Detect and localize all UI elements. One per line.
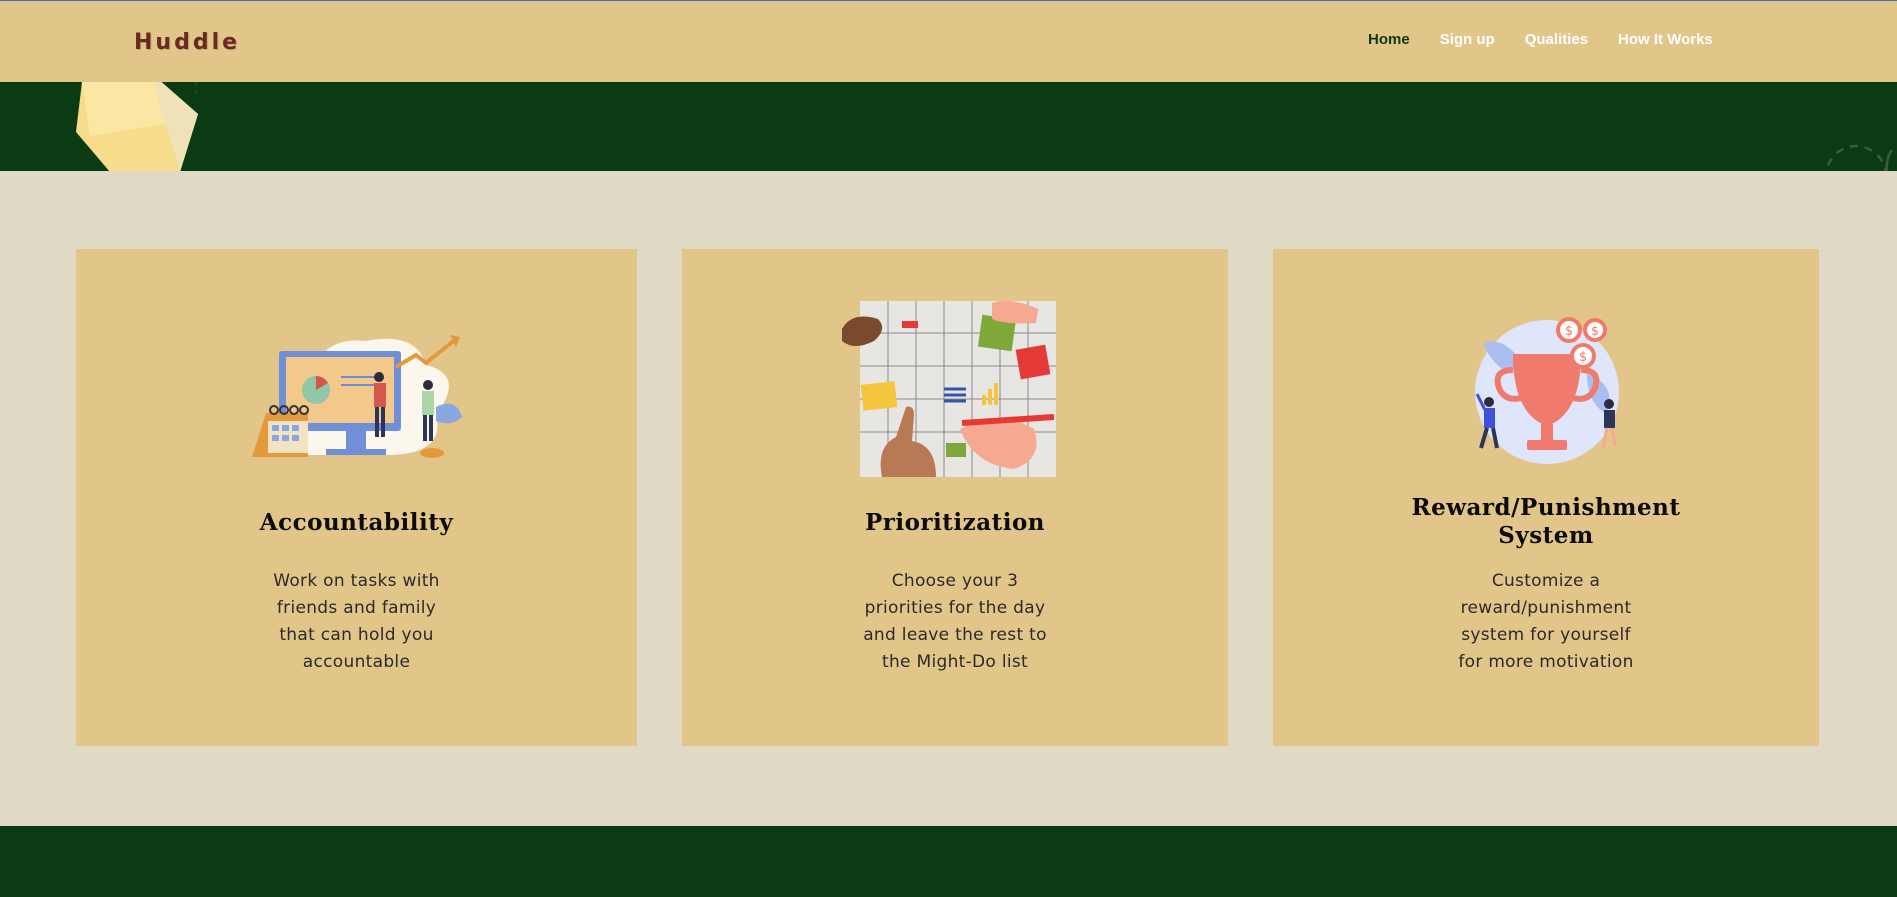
hero-band xyxy=(0,82,1897,171)
desc-line: and leave the rest to xyxy=(863,625,1047,645)
nav-how-it-works[interactable]: How It Works xyxy=(1618,31,1713,48)
desc-line: reward/punishment xyxy=(1460,598,1632,618)
dashed-circle-decoration xyxy=(1825,144,1894,171)
title-line: System xyxy=(1498,522,1594,549)
desc-line: friends and family xyxy=(276,598,437,618)
sticky-note-decoration xyxy=(76,82,198,171)
desc-line: that can hold you xyxy=(279,625,434,645)
feature-card-accountability: Accountability Work on tasks with friend… xyxy=(76,249,637,746)
feature-card-prioritization: Prioritization Choose your 3 priorities … xyxy=(682,249,1228,746)
nav-qualities[interactable]: Qualities xyxy=(1525,31,1588,48)
desc-line: Choose your 3 xyxy=(891,571,1019,591)
site-header: Huddle Home Sign up Qualities How It Wor… xyxy=(0,1,1897,82)
calendar-illustration xyxy=(842,301,1056,477)
site-footer xyxy=(0,826,1897,897)
nav-home[interactable]: Home xyxy=(1368,31,1410,48)
card-title: Accountability xyxy=(259,509,454,536)
trophy-illustration: $ $ $ xyxy=(1475,317,1619,464)
svg-text:$: $ xyxy=(1591,324,1599,338)
nav-sign-up[interactable]: Sign up xyxy=(1440,31,1495,48)
svg-text:$: $ xyxy=(1579,350,1587,365)
desc-line: priorities for the day xyxy=(864,598,1046,618)
site-logo[interactable]: Huddle xyxy=(134,30,240,55)
desc-line: Work on tasks with xyxy=(273,571,440,591)
svg-text:$: $ xyxy=(1565,324,1573,339)
desc-line: Customize a xyxy=(1491,571,1601,591)
card-description: Choose your 3 priorities for the day and… xyxy=(682,568,1228,676)
card-description: Work on tasks with friends and family th… xyxy=(76,568,637,676)
card-title: Prioritization xyxy=(864,509,1046,536)
desc-line: system for yourself xyxy=(1461,625,1631,645)
title-line: Reward/Punishment xyxy=(1411,494,1681,521)
desc-line: accountable xyxy=(302,652,411,672)
desc-line: the Might-Do list xyxy=(881,652,1029,672)
feature-card-reward-punishment: $ $ $ Reward/Punishment System Customize… xyxy=(1273,249,1819,746)
card-description: Customize a reward/punishment system for… xyxy=(1273,568,1819,676)
presentation-illustration xyxy=(252,335,462,458)
card-title: Reward/Punishment System xyxy=(1273,494,1819,550)
desc-line: for more motivation xyxy=(1458,652,1634,672)
main-nav: Home Sign up Qualities How It Works xyxy=(1368,31,1743,48)
